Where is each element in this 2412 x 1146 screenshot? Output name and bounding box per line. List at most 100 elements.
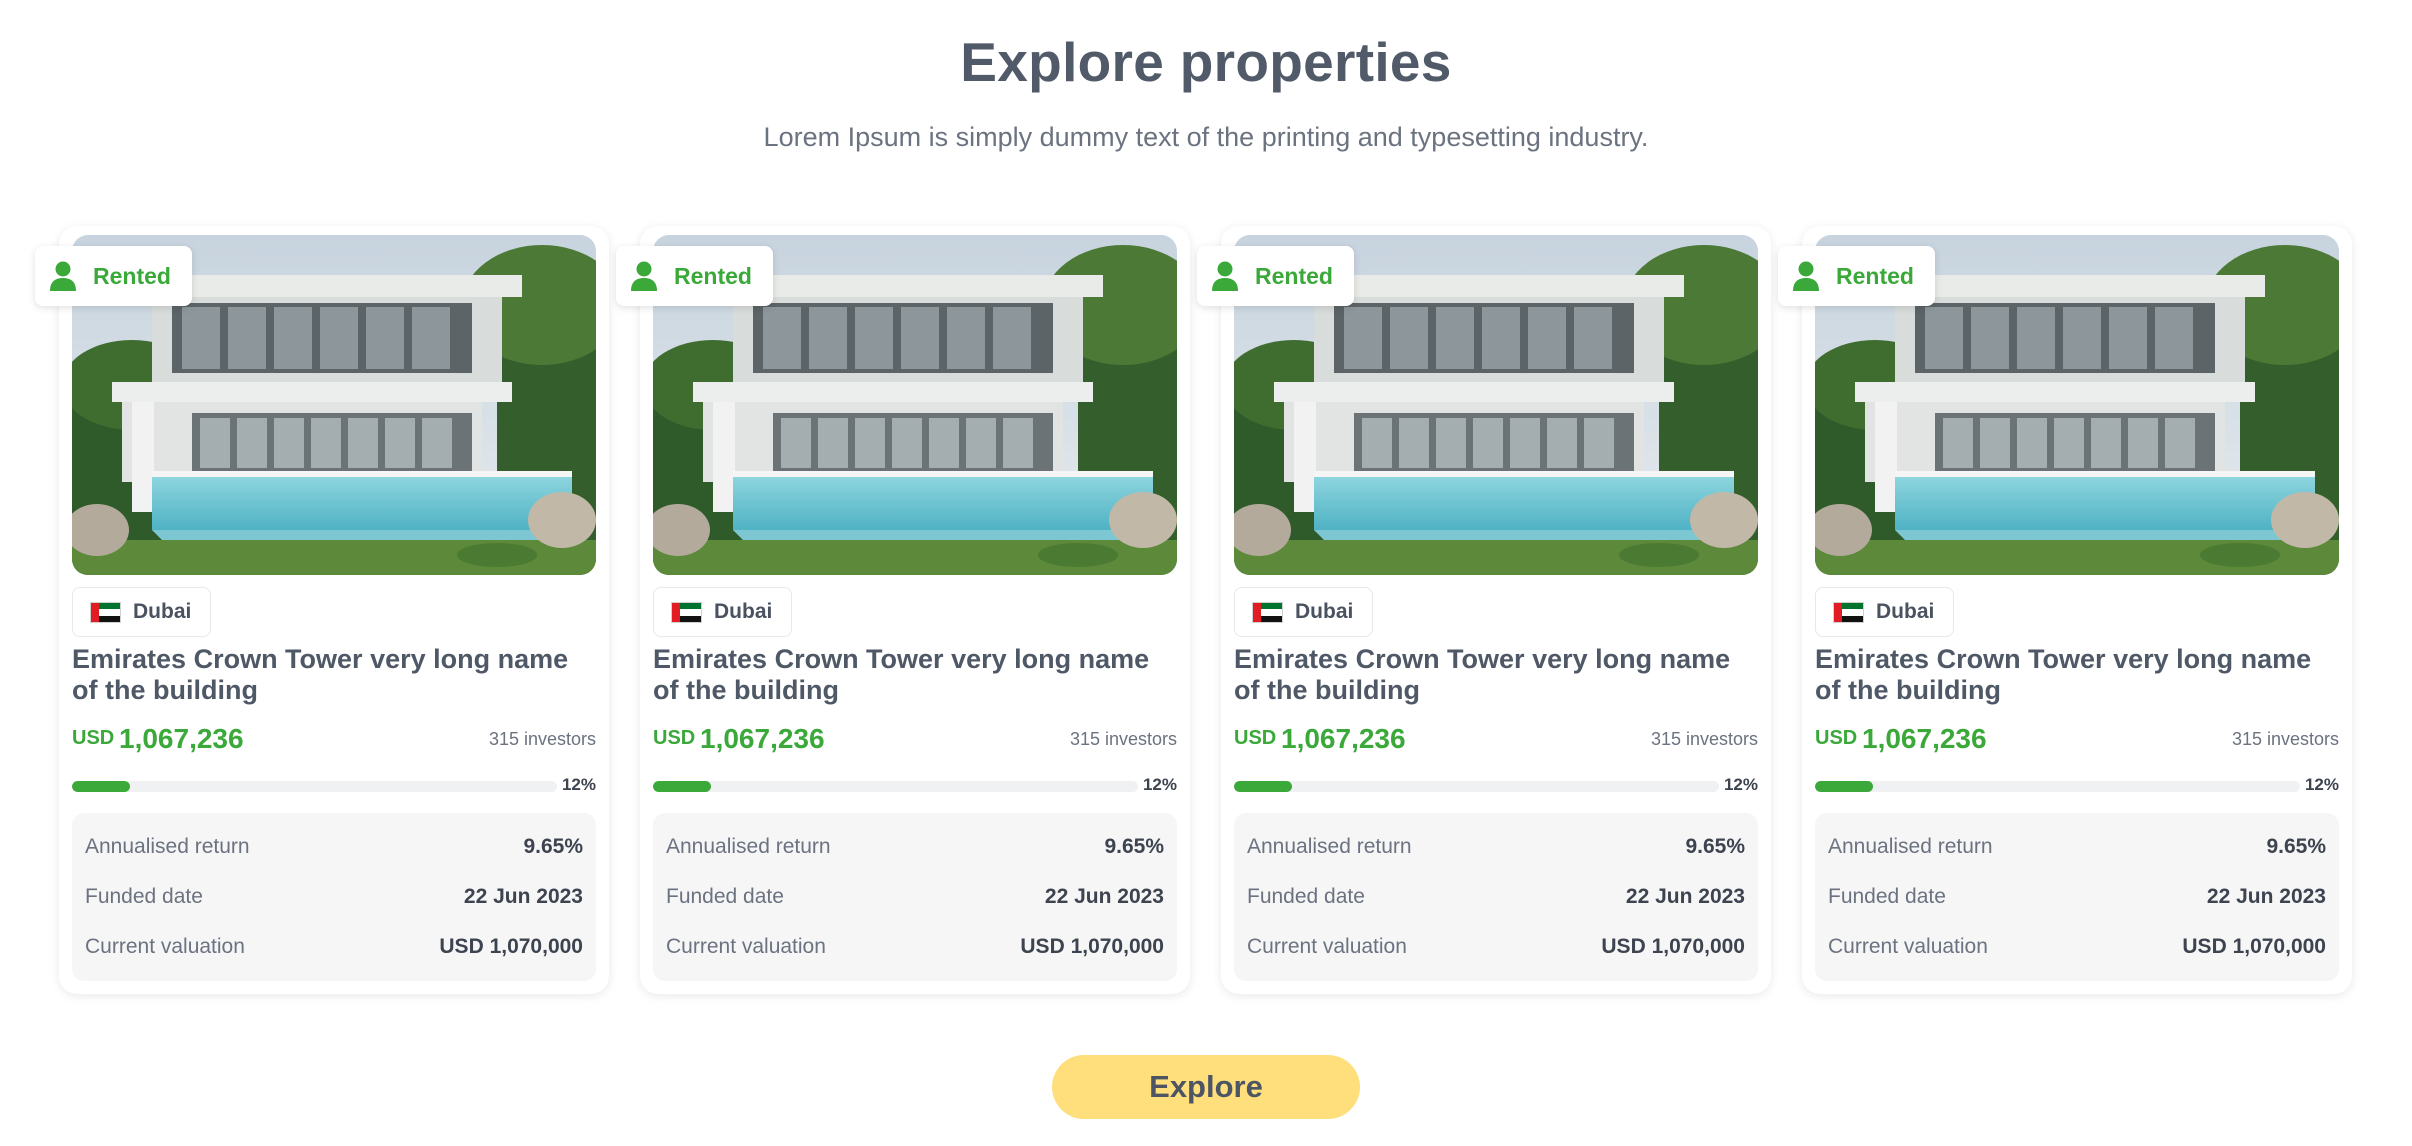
price-row: USD 1,067,236 315 investors: [1234, 718, 1758, 758]
property-card[interactable]: Rented Dubai Emirates Crown Tower very l…: [35, 226, 609, 994]
price-currency: USD: [1234, 727, 1277, 749]
status-label: Rented: [93, 262, 171, 289]
location-chip: Dubai: [653, 587, 793, 637]
stat-current-valuation: Current valuation USD 1,070,000: [85, 935, 583, 965]
price-currency: USD: [72, 727, 115, 749]
uae-flag-icon: [671, 601, 702, 623]
status-badge: Rented: [1197, 246, 1354, 306]
stat-value: 22 Jun 2023: [1625, 885, 1745, 908]
stat-label: Current valuation: [1828, 935, 1988, 958]
funding-progress: 12%: [1815, 775, 2339, 797]
stat-funded-date: Funded date 22 Jun 2023: [1247, 885, 1745, 915]
stat-funded-date: Funded date 22 Jun 2023: [1828, 885, 2326, 915]
stats-panel: Annualised return 9.65% Funded date 22 J…: [1234, 813, 1758, 981]
progress-track: [72, 781, 557, 792]
stat-label: Annualised return: [1828, 835, 1993, 858]
status-label: Rented: [1255, 262, 1333, 289]
location-label: Dubai: [1876, 600, 1935, 623]
stat-funded-date: Funded date 22 Jun 2023: [85, 885, 583, 915]
stat-label: Funded date: [666, 885, 784, 908]
stat-label: Annualised return: [666, 835, 831, 858]
price-currency: USD: [1815, 727, 1858, 749]
price-amount: 1,067,236: [700, 723, 825, 754]
stat-label: Annualised return: [85, 835, 250, 858]
stat-label: Current valuation: [666, 935, 826, 958]
stat-value: USD 1,070,000: [1601, 935, 1745, 958]
price-amount: 1,067,236: [1862, 723, 1987, 754]
uae-flag-icon: [1833, 601, 1864, 623]
progress-track: [1234, 781, 1719, 792]
person-icon: [50, 261, 76, 291]
location-chip: Dubai: [1815, 587, 1955, 637]
stat-current-valuation: Current valuation USD 1,070,000: [1247, 935, 1745, 965]
stat-value: 9.65%: [1104, 835, 1164, 858]
stat-value: 22 Jun 2023: [463, 885, 583, 908]
stat-annualised-return: Annualised return 9.65%: [1247, 835, 1745, 865]
progress-fill: [1815, 781, 1874, 792]
investors-count: 315 investors: [488, 729, 596, 749]
property-name[interactable]: Emirates Crown Tower very long name of t…: [1815, 644, 2343, 706]
stat-annualised-return: Annualised return 9.65%: [666, 835, 1164, 865]
progress-percent: 12%: [561, 775, 596, 794]
price-amount: 1,067,236: [1281, 723, 1406, 754]
property-card-list: Rented Dubai Emirates Crown Tower very l…: [35, 226, 2352, 994]
funding-progress: 12%: [1234, 775, 1758, 797]
status-badge: Rented: [616, 246, 773, 306]
person-icon: [1793, 261, 1819, 291]
stat-funded-date: Funded date 22 Jun 2023: [666, 885, 1164, 915]
progress-fill: [72, 781, 131, 792]
funding-progress: 12%: [653, 775, 1177, 797]
stat-current-valuation: Current valuation USD 1,070,000: [666, 935, 1164, 965]
progress-fill: [1234, 781, 1293, 792]
property-name[interactable]: Emirates Crown Tower very long name of t…: [1234, 644, 1762, 706]
stat-value: USD 1,070,000: [2182, 935, 2326, 958]
property-card[interactable]: Rented Dubai Emirates Crown Tower very l…: [616, 226, 1190, 994]
status-badge: Rented: [1778, 246, 1935, 306]
stat-current-valuation: Current valuation USD 1,070,000: [1828, 935, 2326, 965]
progress-track: [1815, 781, 2300, 792]
investors-count: 315 investors: [1650, 729, 1758, 749]
property-card[interactable]: Rented Dubai Emirates Crown Tower very l…: [1197, 226, 1771, 994]
stat-value: 9.65%: [2266, 835, 2326, 858]
price-row: USD 1,067,236 315 investors: [72, 718, 596, 758]
stat-label: Funded date: [1247, 885, 1365, 908]
progress-percent: 12%: [1723, 775, 1758, 794]
uae-flag-icon: [90, 601, 121, 623]
price-row: USD 1,067,236 315 investors: [1815, 718, 2339, 758]
stat-label: Current valuation: [85, 935, 245, 958]
property-name[interactable]: Emirates Crown Tower very long name of t…: [72, 644, 600, 706]
stat-value: USD 1,070,000: [1020, 935, 1164, 958]
progress-track: [653, 781, 1138, 792]
person-icon: [631, 261, 657, 291]
status-label: Rented: [674, 262, 752, 289]
stat-label: Annualised return: [1247, 835, 1412, 858]
progress-fill: [653, 781, 712, 792]
stat-label: Funded date: [85, 885, 203, 908]
location-label: Dubai: [133, 600, 192, 623]
property-name[interactable]: Emirates Crown Tower very long name of t…: [653, 644, 1181, 706]
progress-percent: 12%: [2304, 775, 2339, 794]
property-card[interactable]: Rented Dubai Emirates Crown Tower very l…: [1778, 226, 2352, 994]
explore-button[interactable]: Explore: [1052, 1055, 1360, 1119]
stat-value: USD 1,070,000: [439, 935, 583, 958]
price-row: USD 1,067,236 315 investors: [653, 718, 1177, 758]
uae-flag-icon: [1252, 601, 1283, 623]
investors-count: 315 investors: [2231, 729, 2339, 749]
person-icon: [1212, 261, 1238, 291]
progress-percent: 12%: [1142, 775, 1177, 794]
stat-value: 22 Jun 2023: [2206, 885, 2326, 908]
stat-value: 22 Jun 2023: [1044, 885, 1164, 908]
price-amount: 1,067,236: [119, 723, 244, 754]
stat-annualised-return: Annualised return 9.65%: [85, 835, 583, 865]
funding-progress: 12%: [72, 775, 596, 797]
stat-label: Funded date: [1828, 885, 1946, 908]
stats-panel: Annualised return 9.65% Funded date 22 J…: [72, 813, 596, 981]
price-currency: USD: [653, 727, 696, 749]
location-chip: Dubai: [72, 587, 212, 637]
stats-panel: Annualised return 9.65% Funded date 22 J…: [653, 813, 1177, 981]
status-label: Rented: [1836, 262, 1914, 289]
status-badge: Rented: [35, 246, 192, 306]
stat-annualised-return: Annualised return 9.65%: [1828, 835, 2326, 865]
stat-label: Current valuation: [1247, 935, 1407, 958]
page-subtitle: Lorem Ipsum is simply dummy text of the …: [763, 122, 1649, 152]
